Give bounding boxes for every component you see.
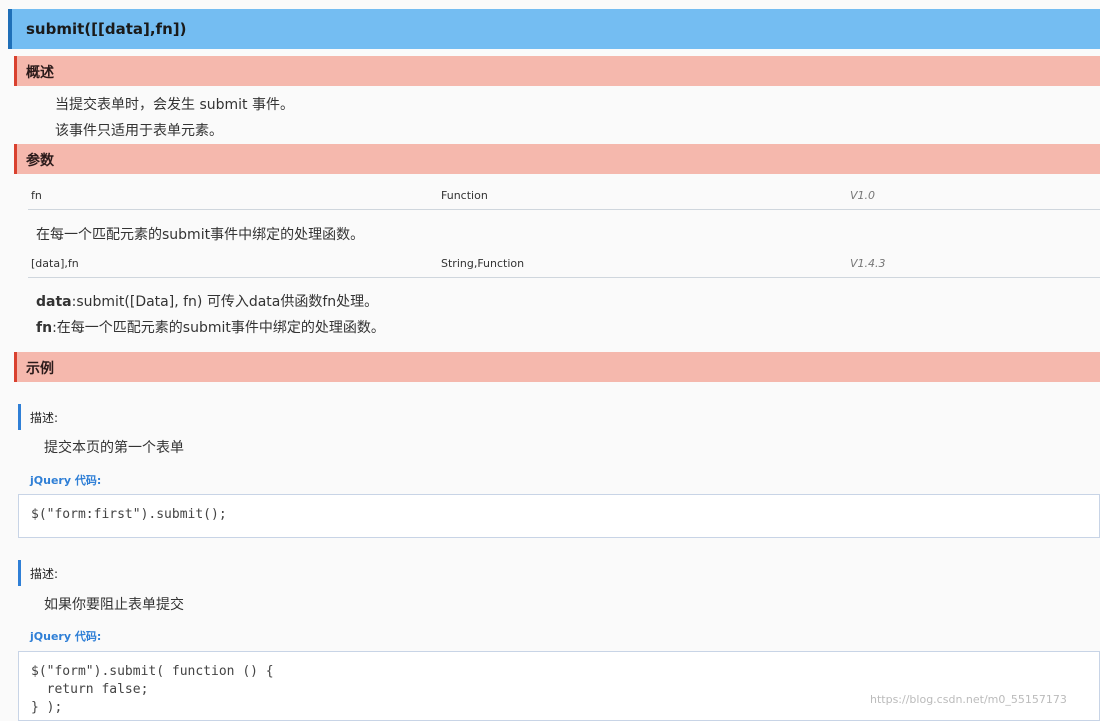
param-type: String,Function [441, 257, 525, 270]
param-name: fn [31, 189, 42, 202]
example-2-code-label: jQuery 代码: [30, 630, 102, 643]
param-name: [data],fn [31, 257, 79, 270]
example-1-code-label: jQuery 代码: [30, 474, 102, 487]
param-detail-text: :在每一个匹配元素的submit事件中绑定的处理函数。 [52, 320, 385, 336]
overview-line-2: 该事件只适用于表单元素。 [55, 123, 223, 139]
example-2-desc-label: 描述: [18, 560, 218, 586]
section-heading-params: 参数 [26, 153, 54, 169]
section-header-overview: 概述 [14, 56, 1100, 86]
param-version: V1.0 [850, 189, 876, 202]
watermark-text: https://blog.csdn.net/m0_55157173 [870, 693, 1067, 706]
overview-line-1: 当提交表单时，会发生 submit 事件。 [55, 97, 294, 113]
param-detail-data: data:submit([Data], fn) 可传入data供函数fn处理。 [36, 291, 378, 311]
param-type: Function [441, 189, 488, 202]
section-header-params: 参数 [14, 144, 1100, 174]
param-detail-key: data [36, 294, 72, 310]
param-detail-key: fn [36, 320, 53, 336]
param-detail-text: :submit([Data], fn) 可传入data供函数fn处理。 [71, 294, 379, 310]
example-1-code: $("form:first").submit(); [31, 507, 227, 522]
param-detail-fn: fn:在每一个匹配元素的submit事件中绑定的处理函数。 [36, 317, 385, 337]
example-2-code-block[interactable]: $("form").submit( function () { return f… [18, 651, 1100, 721]
section-heading-examples: 示例 [26, 361, 54, 377]
param-row-fn: fn Function V1.0 [28, 184, 1100, 210]
example-1-desc-label: 描述: [18, 404, 218, 430]
example-1-code-block[interactable]: $("form:first").submit(); [18, 494, 1100, 538]
page-title: submit([[data],fn]) [26, 20, 187, 38]
param-version: V1.4.3 [850, 257, 886, 270]
example-1-description: 提交本页的第一个表单 [44, 440, 184, 456]
param-description: 在每一个匹配元素的submit事件中绑定的处理函数。 [36, 227, 365, 243]
desc-label-text: 描述: [30, 411, 59, 425]
section-heading-overview: 概述 [26, 65, 54, 81]
example-2-code: $("form").submit( function () { return f… [31, 664, 274, 715]
page-title-bar: submit([[data],fn]) [8, 9, 1100, 49]
section-header-examples: 示例 [14, 352, 1100, 382]
desc-label-text: 描述: [30, 567, 59, 581]
example-2-description: 如果你要阻止表单提交 [44, 597, 184, 613]
param-row-data-fn: [data],fn String,Function V1.4.3 [28, 252, 1100, 278]
